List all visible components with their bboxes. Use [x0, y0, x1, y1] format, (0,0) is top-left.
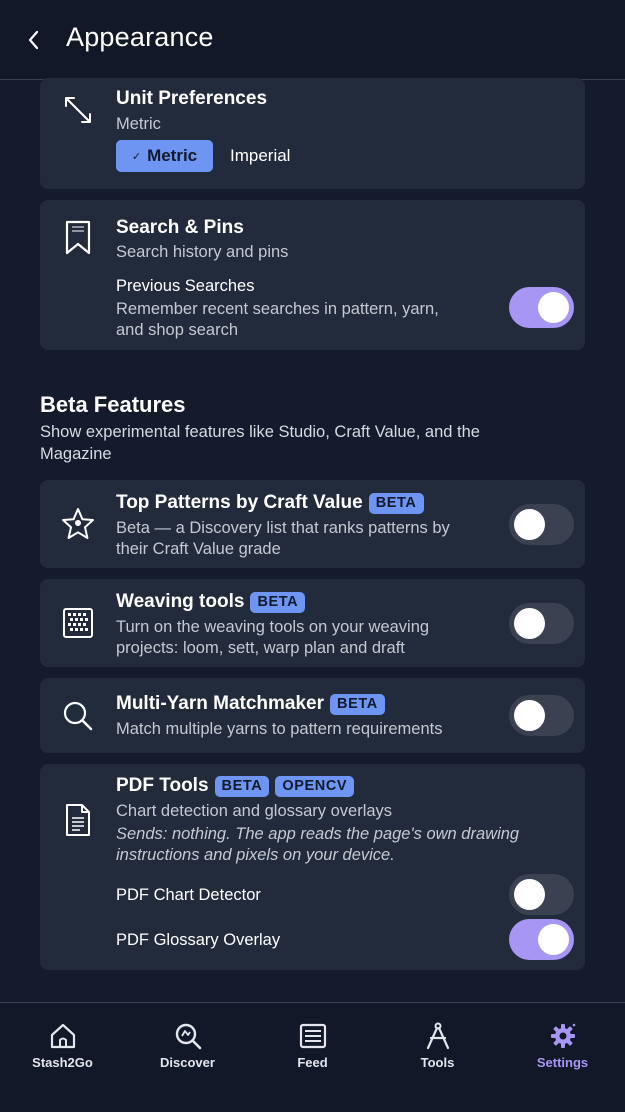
multi-yarn-card: Multi-Yarn Matchmaker BETA Match multipl… [40, 678, 585, 753]
search-pins-card: Search & Pins Search history and pins Pr… [40, 200, 585, 350]
toggle-knob [514, 700, 545, 731]
nav-label: Feed [297, 1055, 328, 1070]
multi-yarn-desc: Match multiple yarns to pattern requirem… [116, 720, 443, 738]
beta-badge: BETA [330, 693, 385, 715]
tools-icon [426, 1022, 449, 1050]
top-patterns-toggle[interactable] [509, 504, 574, 545]
nav-item-stash2go[interactable]: Stash2Go [0, 1021, 125, 1070]
search-pins-title: Search & Pins [116, 217, 244, 238]
nav-item-settings[interactable]: Settings [500, 1021, 625, 1070]
unit-preferences-subtitle: Metric [116, 115, 161, 133]
weaving-tools-toggle[interactable] [509, 603, 574, 644]
metric-option[interactable]: ✓ Metric [116, 140, 213, 172]
beta-badge: BETA [214, 775, 270, 797]
nav-item-tools[interactable]: Tools [375, 1021, 500, 1070]
search-icon [60, 698, 96, 734]
star-icon [60, 506, 96, 542]
discover-icon [175, 1023, 201, 1050]
previous-searches-desc-line-2: and shop search [116, 321, 239, 339]
weaving-tools-title-text: Weaving tools [116, 591, 245, 612]
app-header: Appearance [0, 0, 625, 80]
top-patterns-card: Top Patterns by Craft Value BETA Beta — … [40, 480, 585, 568]
top-patterns-desc-line-1: Beta — a Discovery list that ranks patte… [116, 519, 450, 537]
pdf-glossary-overlay-toggle[interactable] [509, 919, 574, 960]
multi-yarn-toggle[interactable] [509, 695, 574, 736]
weaving-tools-card: Weaving tools BETA Turn on the weaving t… [40, 579, 585, 667]
nav-label: Tools [420, 1055, 455, 1070]
weaving-tools-desc-line-1: Turn on the weaving tools on your weavin… [116, 618, 430, 636]
resize-arrows-icon [60, 92, 96, 128]
pdf-tools-desc: Chart detection and glossary overlays [116, 802, 393, 820]
top-patterns-desc-line-2: their Craft Value grade [116, 540, 281, 558]
previous-searches-label: Previous Searches [116, 277, 255, 295]
beta-features-heading: Beta Features [40, 392, 186, 417]
beta-desc-line-1: Show experimental features like Studio, … [40, 423, 480, 441]
pdf-tools-title: PDF Tools BETA OPENCV [116, 775, 355, 797]
pdf-glossary-overlay-label: PDF Glossary Overlay [116, 931, 281, 949]
nav-item-feed[interactable]: Feed [250, 1021, 375, 1070]
beta-desc-line-2: Magazine [40, 445, 112, 463]
check-icon: ✓ [131, 150, 142, 163]
search-pins-subtitle: Search history and pins [116, 243, 289, 261]
imperial-option[interactable]: Imperial [230, 140, 290, 172]
toggle-knob [514, 509, 545, 540]
page-title: Appearance [66, 22, 214, 52]
gear-icon [550, 1023, 575, 1048]
unit-preferences-title: Unit Preferences [116, 88, 268, 109]
top-patterns-title: Top Patterns by Craft Value BETA [116, 492, 424, 514]
pdf-chart-detector-label: PDF Chart Detector [116, 886, 261, 904]
toggle-knob [514, 879, 545, 910]
previous-searches-desc-line-1: Remember recent searches in pattern, yar… [116, 300, 439, 318]
metric-label: Metric [147, 146, 198, 165]
weaving-tools-title: Weaving tools BETA [116, 591, 306, 613]
document-icon [60, 802, 96, 838]
back-button[interactable] [18, 24, 50, 56]
beta-badge: BETA [368, 492, 424, 514]
chevron-left-icon [28, 30, 39, 50]
pdf-tools-note-line-2: instructions and pixels on your device. [116, 846, 395, 864]
beta-features-description: Show experimental features like Studio, … [40, 421, 570, 465]
home-icon [50, 1023, 75, 1049]
nav-label: Settings [536, 1055, 589, 1070]
pdf-chart-detector-toggle[interactable] [509, 874, 574, 915]
opencv-badge: OPENCV [275, 775, 355, 797]
toggle-knob [538, 292, 569, 323]
pdf-tools-title-text: PDF Tools [116, 775, 209, 796]
pdf-tools-card: PDF Tools BETA OPENCV Chart detection an… [40, 764, 585, 970]
unit-preferences-card: Unit Preferences Metric ✓ Metric Imperia… [40, 78, 585, 189]
toggle-knob [514, 608, 545, 639]
beta-badge: BETA [250, 591, 306, 613]
nav-item-discover[interactable]: Discover [125, 1021, 250, 1070]
imperial-label: Imperial [230, 146, 291, 165]
weaving-tools-desc-line-2: projects: loom, sett, warp plan and draf… [116, 639, 405, 657]
multi-yarn-title: Multi-Yarn Matchmaker BETA [116, 693, 385, 715]
feed-icon [299, 1023, 326, 1049]
toggle-knob [538, 924, 569, 955]
top-patterns-title-text: Top Patterns by Craft Value [116, 492, 363, 513]
weaving-grid-icon [60, 605, 96, 641]
nav-label: Discover [160, 1055, 215, 1070]
pdf-tools-note-line-1: Sends: nothing. The app reads the page's… [116, 825, 520, 843]
previous-searches-toggle[interactable] [509, 287, 574, 328]
multi-yarn-title-text: Multi-Yarn Matchmaker [116, 693, 324, 714]
bottom-navigation: Stash2Go Discover Feed Tools Settings [0, 1002, 625, 1112]
nav-label: Stash2Go [32, 1055, 93, 1070]
bookmark-icon [60, 220, 96, 256]
